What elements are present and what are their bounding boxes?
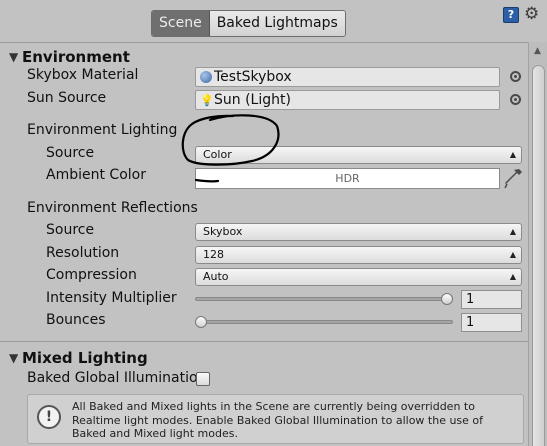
skybox-material-picker-icon[interactable]: [510, 71, 521, 82]
bounces-slider-track[interactable]: [195, 320, 453, 324]
dropdown-arrows-icon: ▲: [509, 150, 516, 159]
resolution-dropdown[interactable]: 128 ▲: [195, 246, 522, 264]
intensity-value-field[interactable]: 1: [461, 290, 522, 309]
environment-foldout-icon[interactable]: ▼: [9, 50, 18, 64]
bounces-label: Bounces: [46, 312, 106, 328]
lighting-tabs: Scene Baked Lightmaps: [151, 10, 346, 37]
compression-label: Compression: [46, 267, 137, 283]
reflection-source-value: Skybox: [203, 225, 243, 238]
intensity-slider-track[interactable]: [195, 297, 453, 301]
vertical-scrollbar[interactable]: ▲: [528, 42, 547, 446]
material-sphere-icon: [200, 71, 212, 83]
tab-scene[interactable]: Scene: [152, 11, 210, 36]
baked-gi-checkbox[interactable]: [196, 372, 210, 386]
sun-source-value: Sun (Light): [214, 92, 291, 108]
skybox-material-field[interactable]: TestSkybox: [195, 67, 500, 87]
bounces-value-field[interactable]: 1: [461, 313, 522, 332]
lighting-source-label: Source: [46, 145, 95, 161]
info-helpbox: ! All Baked and Mixed lights in the Scen…: [27, 394, 524, 444]
dropdown-arrows-icon: ▲: [509, 250, 516, 259]
compression-dropdown[interactable]: Auto ▲: [195, 268, 522, 286]
intensity-slider-thumb[interactable]: [441, 293, 453, 305]
gear-icon[interactable]: ⚙: [524, 4, 539, 24]
resolution-label: Resolution: [46, 245, 120, 261]
environment-lighting-header: Environment Lighting: [27, 122, 178, 138]
reflection-source-dropdown[interactable]: Skybox ▲: [195, 223, 522, 241]
bounces-slider-thumb[interactable]: [195, 316, 207, 328]
sun-source-field[interactable]: 💡 Sun (Light): [195, 90, 500, 110]
mixed-lighting-section-title[interactable]: Mixed Lighting: [22, 349, 148, 367]
mixed-lighting-foldout-icon[interactable]: ▼: [9, 351, 18, 365]
light-bulb-icon: 💡: [200, 93, 214, 107]
hdr-badge: HDR: [335, 172, 360, 185]
info-icon: !: [37, 405, 61, 429]
reflection-source-label: Source: [46, 222, 95, 238]
tab-baked-lightmaps[interactable]: Baked Lightmaps: [209, 11, 345, 36]
scroll-up-arrow-icon[interactable]: ▲: [534, 46, 541, 56]
hand-drawn-circle-annotation: [181, 114, 280, 183]
scrollbar-thumb[interactable]: [532, 65, 545, 446]
sun-source-picker-icon[interactable]: [510, 94, 521, 105]
header-divider: [0, 42, 528, 43]
helpbox-message: All Baked and Mixed lights in the Scene …: [72, 400, 484, 440]
dropdown-arrows-icon: ▲: [509, 272, 516, 281]
help-book-icon[interactable]: ?: [503, 7, 519, 23]
baked-gi-label: Baked Global Illuminatio: [27, 370, 198, 386]
skybox-material-value: TestSkybox: [214, 69, 292, 85]
resolution-value: 128: [203, 248, 224, 261]
environment-reflections-header: Environment Reflections: [27, 200, 198, 216]
environment-section-title[interactable]: Environment: [22, 48, 130, 66]
intensity-multiplier-label: Intensity Multiplier: [46, 290, 177, 306]
sun-source-label: Sun Source: [27, 90, 107, 106]
ambient-color-label: Ambient Color: [46, 167, 146, 183]
section-divider: [0, 341, 528, 342]
dropdown-arrows-icon: ▲: [509, 227, 516, 236]
eyedropper-icon[interactable]: [504, 167, 524, 189]
compression-value: Auto: [203, 270, 229, 283]
skybox-material-label: Skybox Material: [27, 67, 139, 83]
